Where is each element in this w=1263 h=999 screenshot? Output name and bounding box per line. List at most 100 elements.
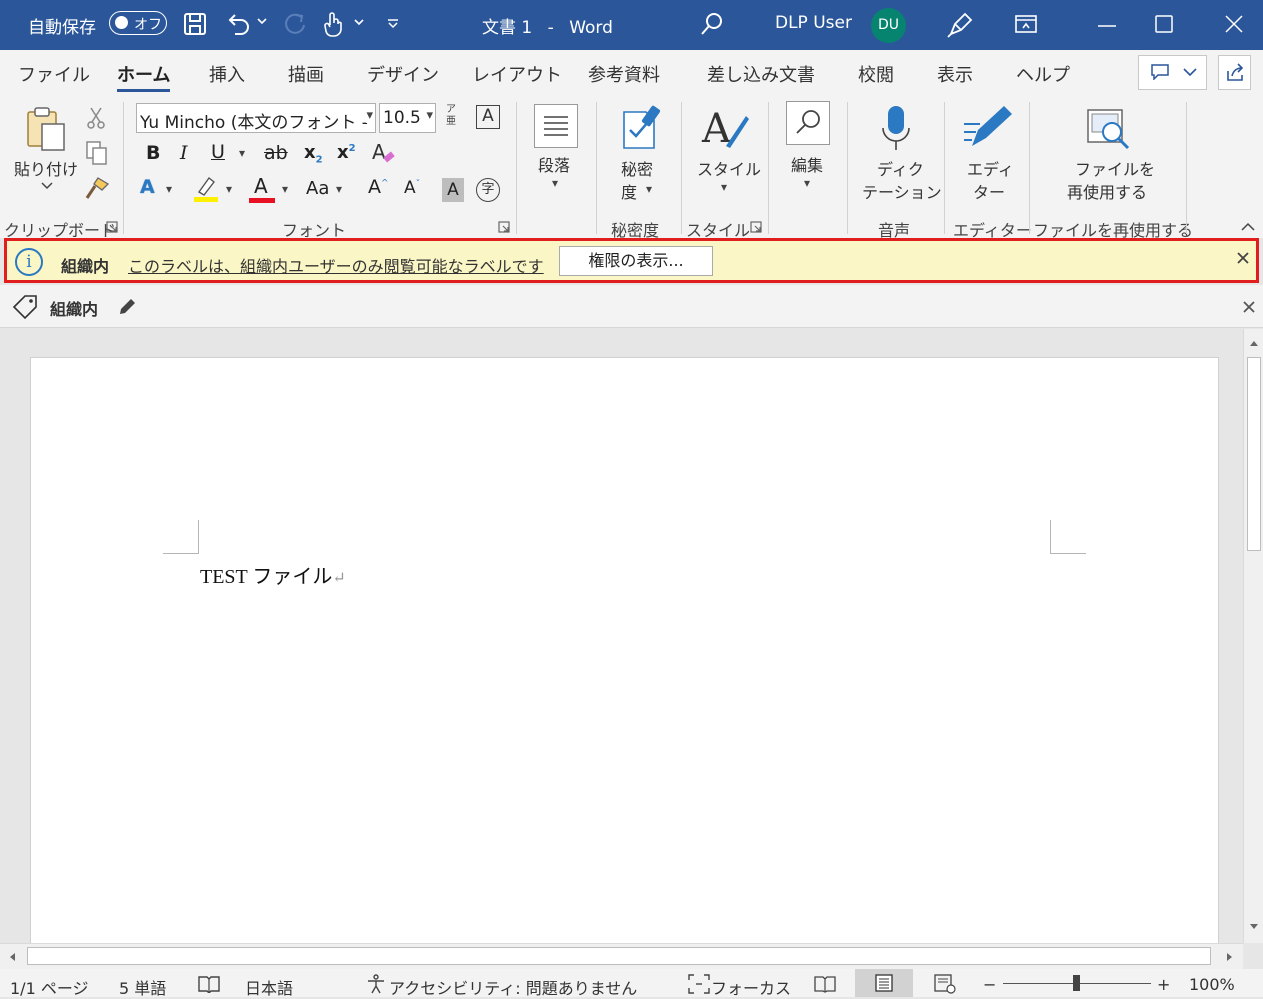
search-icon[interactable] — [786, 101, 830, 145]
copy-icon[interactable] — [85, 140, 109, 166]
search-icon[interactable] — [700, 12, 724, 36]
proofing-icon[interactable] — [197, 975, 221, 993]
bold-button[interactable]: B — [146, 142, 160, 164]
save-icon[interactable] — [183, 12, 207, 36]
accessibility-icon[interactable] — [366, 974, 386, 994]
zoom-level[interactable]: 100% — [1189, 975, 1235, 994]
zoom-out-button[interactable]: − — [983, 975, 996, 994]
paste-icon[interactable] — [24, 106, 68, 152]
tab-insert[interactable]: 挿入 — [209, 61, 245, 87]
print-layout-button[interactable] — [855, 969, 913, 997]
chevron-down-icon[interactable]: ▾ — [426, 108, 433, 123]
font-size-box[interactable]: 10.5 ▾ — [379, 103, 436, 133]
accessibility-status[interactable]: アクセシビリティ: 問題ありません — [389, 975, 637, 999]
customize-toolbar-icon[interactable] — [386, 18, 400, 30]
user-name[interactable]: DLP User — [775, 13, 852, 33]
boxed-char-button[interactable]: A — [476, 105, 500, 129]
strikethrough-button[interactable]: ab — [264, 142, 288, 164]
scroll-down-icon[interactable] — [1249, 923, 1259, 931]
font-name-box[interactable]: Yu Mincho (本文のフォント - 日本語) ▾ — [136, 103, 376, 133]
dialog-launcher-icon[interactable] — [750, 221, 762, 233]
tab-help[interactable]: ヘルプ — [1016, 61, 1070, 87]
close-icon[interactable] — [1225, 15, 1243, 33]
sensitivity-label-2[interactable]: 度 — [621, 179, 637, 203]
view-permissions-button[interactable]: 権限の表示... — [559, 246, 713, 276]
paragraph-icon[interactable] — [534, 104, 578, 148]
sensitivity-label[interactable]: 秘密 — [621, 156, 653, 180]
word-count[interactable]: 5 単語 — [119, 975, 166, 999]
language[interactable]: 日本語 — [245, 975, 293, 999]
edit-pencil-icon[interactable] — [117, 297, 137, 317]
ribbon-display-icon[interactable] — [1015, 14, 1037, 34]
editor-label[interactable]: エディ — [967, 156, 1014, 180]
format-painter-icon[interactable] — [84, 176, 110, 200]
tab-layout[interactable]: レイアウト — [472, 61, 562, 87]
reuse-files-label[interactable]: ファイルを — [1075, 156, 1155, 180]
dictate-label-2[interactable]: テーション — [862, 179, 942, 203]
scroll-right-icon[interactable] — [1226, 952, 1234, 962]
dialog-launcher-icon[interactable] — [106, 221, 118, 233]
scroll-up-icon[interactable] — [1249, 339, 1259, 347]
tab-draw[interactable]: 描画 — [288, 61, 324, 87]
underline-dropdown-icon[interactable]: ▾ — [239, 146, 245, 160]
sensitivity-label-name[interactable]: 組織内 — [50, 296, 98, 320]
autosave-toggle[interactable]: オフ — [109, 11, 167, 35]
editing-label[interactable]: 編集 — [791, 152, 823, 176]
close-icon[interactable] — [1242, 300, 1256, 314]
touch-dropdown-icon[interactable] — [353, 16, 365, 28]
chevron-down-icon[interactable]: ▾ — [366, 108, 373, 123]
scroll-left-icon[interactable] — [8, 952, 16, 962]
sensitivity-icon[interactable] — [620, 104, 664, 150]
scroll-thumb[interactable] — [1247, 357, 1261, 551]
tab-references[interactable]: 参考資料 — [588, 61, 660, 87]
dictate-label[interactable]: ディク — [877, 156, 924, 180]
pen-icon[interactable] — [945, 10, 975, 40]
styles-label[interactable]: スタイル — [697, 156, 761, 180]
comments-button[interactable] — [1138, 55, 1207, 90]
enclose-char-button[interactable]: 字 — [476, 178, 500, 202]
collapse-ribbon-icon[interactable] — [1240, 222, 1256, 232]
dialog-launcher-icon[interactable] — [498, 221, 510, 233]
undo-dropdown-icon[interactable] — [256, 15, 268, 27]
tab-design[interactable]: デザイン — [367, 61, 439, 87]
vertical-scrollbar[interactable] — [1243, 329, 1263, 943]
microphone-icon[interactable] — [880, 104, 912, 152]
paragraph-dropdown-icon[interactable]: ▾ — [552, 176, 558, 190]
clear-formatting-icon[interactable]: A — [370, 140, 398, 166]
document-text[interactable]: TEST ファイル↵ — [200, 560, 346, 589]
paste-label[interactable]: 貼り付け — [14, 156, 78, 180]
underline-button[interactable]: U — [211, 141, 225, 163]
zoom-slider-thumb[interactable] — [1073, 975, 1080, 991]
italic-button[interactable]: I — [180, 142, 188, 164]
undo-icon[interactable] — [225, 12, 251, 36]
info-message-link[interactable]: このラベルは、組織内ユーザーのみ閲覧可能なラベルです — [128, 253, 544, 277]
reuse-files-label-2[interactable]: 再使用する — [1067, 179, 1147, 203]
furigana-button[interactable]: ア亜 — [446, 104, 462, 128]
paragraph-label[interactable]: 段落 — [538, 152, 570, 176]
styles-icon[interactable]: A — [700, 104, 750, 152]
styles-dropdown-icon[interactable]: ▾ — [721, 180, 727, 194]
tab-view[interactable]: 表示 — [937, 61, 973, 87]
tab-home[interactable]: ホーム — [117, 61, 170, 87]
share-button[interactable] — [1218, 55, 1251, 90]
paste-dropdown-icon[interactable] — [40, 181, 54, 191]
superscript-button[interactable]: x2 — [337, 142, 356, 163]
change-case-dropdown-icon[interactable]: ▾ — [336, 182, 342, 196]
focus-mode[interactable]: フォーカス — [711, 975, 791, 999]
minimize-icon[interactable] — [1098, 24, 1116, 28]
shrink-font-button[interactable]: Aˇ — [404, 178, 420, 198]
cut-icon[interactable] — [86, 106, 106, 130]
tab-review[interactable]: 校閲 — [858, 61, 894, 87]
grow-font-button[interactable]: A^ — [368, 176, 389, 198]
touch-mode-icon[interactable] — [322, 11, 344, 37]
reuse-files-icon[interactable] — [1086, 106, 1132, 152]
page-count[interactable]: 1/1 ページ — [10, 975, 89, 999]
text-effects-button[interactable]: A — [140, 176, 155, 198]
editor-icon[interactable] — [962, 102, 1014, 152]
scroll-thumb[interactable] — [27, 947, 1211, 965]
close-icon[interactable] — [1236, 251, 1250, 265]
change-case-button[interactable]: Aa — [306, 178, 329, 199]
maximize-icon[interactable] — [1155, 15, 1173, 33]
char-shading-button[interactable]: A — [442, 178, 464, 202]
zoom-in-button[interactable]: + — [1157, 975, 1170, 994]
